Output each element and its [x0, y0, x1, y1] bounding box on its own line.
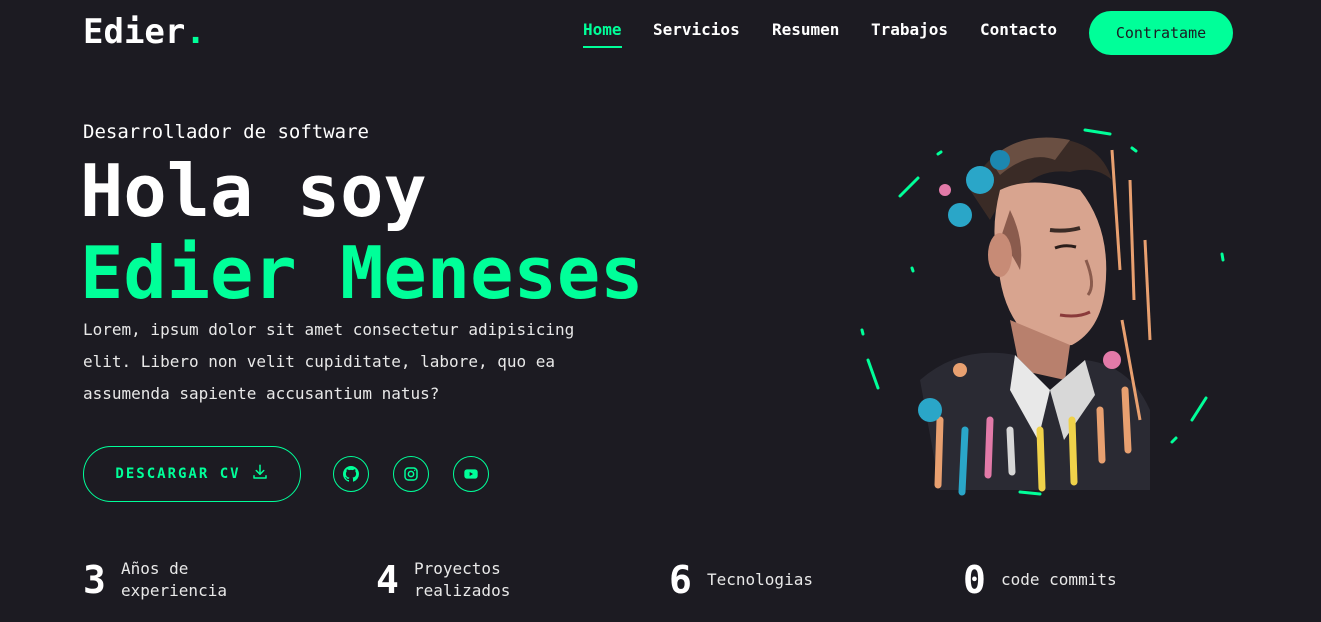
github-icon[interactable] — [333, 456, 369, 492]
stat-label: Tecnologias — [707, 570, 813, 589]
logo[interactable]: Edier. — [83, 12, 206, 52]
nav-item-home[interactable]: Home — [583, 20, 622, 48]
download-cv-label: DESCARGAR CV — [115, 466, 241, 482]
hero-heading: Hola soy Edier Meneses — [80, 150, 644, 314]
portrait-illustration — [850, 120, 1240, 505]
stat-value: 0 — [963, 558, 986, 602]
stat-commits: 0 code commits — [963, 558, 1121, 602]
stat-experience: 3 Años de experiencia — [83, 558, 241, 602]
nav-item-trabajos[interactable]: Trabajos — [871, 20, 948, 39]
nav-item-servicios[interactable]: Servicios — [653, 20, 740, 39]
download-icon — [251, 463, 269, 485]
logo-text: Edier — [83, 12, 186, 52]
nav-item-resumen[interactable]: Resumen — [772, 20, 839, 39]
hero-description: Lorem, ipsum dolor sit amet consectetur … — [83, 320, 575, 403]
stat-label: code commits — [1001, 570, 1117, 589]
stat-value: 6 — [669, 558, 692, 602]
stat-projects: 4 Proyectos realizados — [376, 558, 534, 602]
logo-dot: . — [185, 12, 206, 52]
youtube-icon[interactable] — [453, 456, 489, 492]
instagram-icon[interactable] — [393, 456, 429, 492]
hire-button[interactable]: Contratame — [1089, 11, 1233, 55]
download-cv-button[interactable]: DESCARGAR CV — [83, 446, 301, 502]
stat-label: Años de experiencia — [121, 559, 227, 600]
hero-subtitle: Desarrollador de software — [83, 121, 369, 143]
hero-greeting: Hola soy — [80, 149, 427, 233]
hero-name: Edier Meneses — [80, 231, 644, 315]
nav-item-contacto[interactable]: Contacto — [980, 20, 1057, 39]
stat-technologies: 6 Tecnologias — [669, 558, 827, 602]
stat-value: 3 — [83, 558, 106, 602]
stat-value: 4 — [376, 558, 399, 602]
stat-label: Proyectos realizados — [414, 559, 511, 600]
